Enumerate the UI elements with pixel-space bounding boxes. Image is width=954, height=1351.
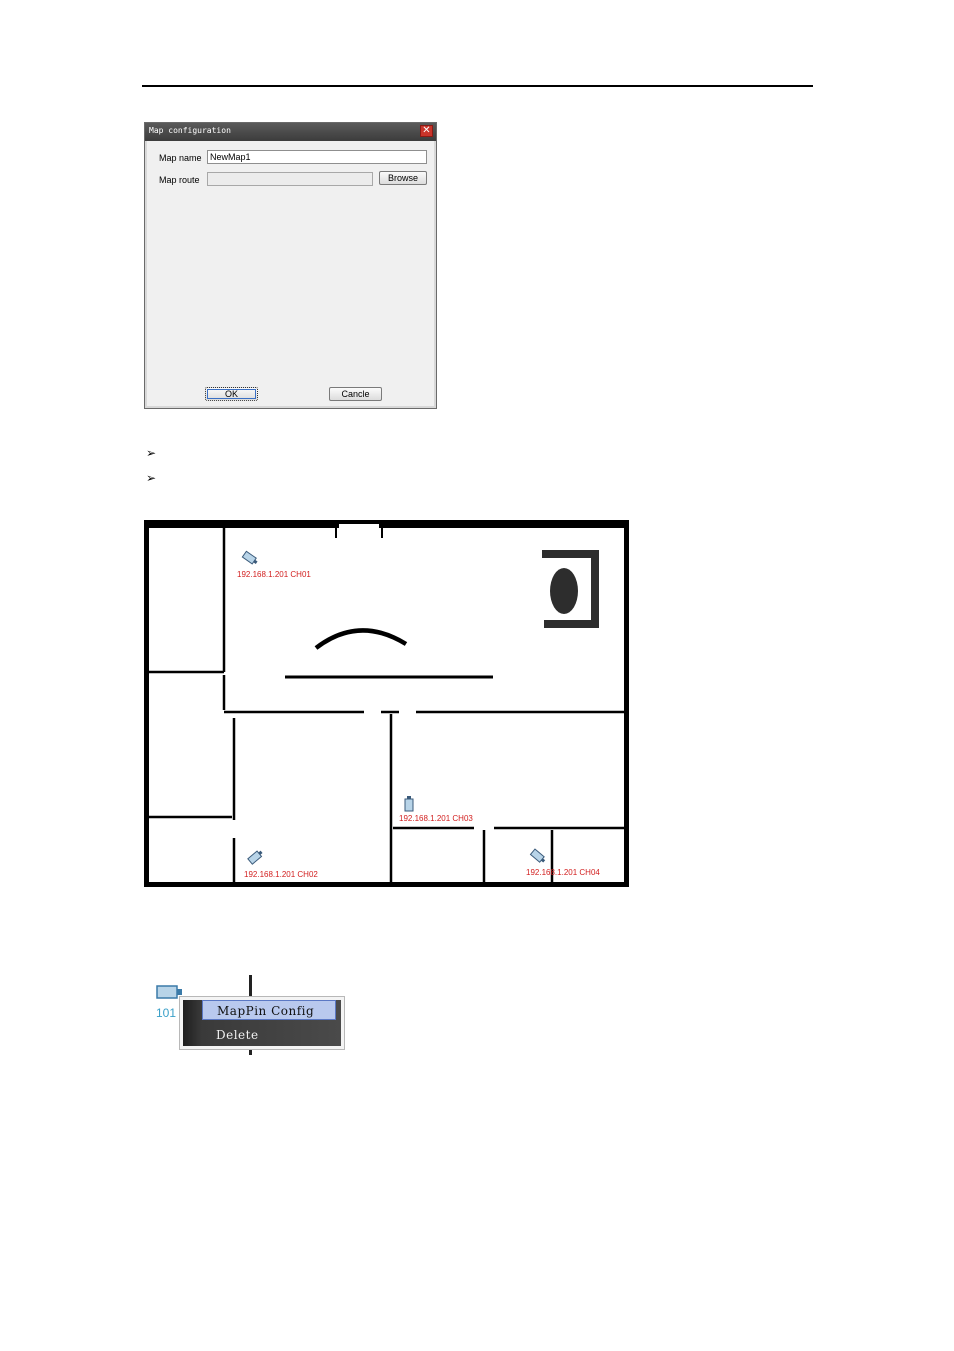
dialog-body: Map name NewMap1 Map route Browse OK Can… — [147, 141, 434, 406]
dialog-title: Map configuration — [149, 126, 231, 135]
header-rule — [142, 85, 813, 87]
map-name-label: Map name — [159, 153, 202, 163]
map-pin-label: 101 — [156, 1006, 177, 1020]
close-icon[interactable]: ✕ — [420, 125, 433, 137]
bullet-icon: ➢ — [146, 471, 157, 485]
camera-icon[interactable] — [402, 794, 416, 812]
map-route-input[interactable] — [207, 172, 373, 186]
cancel-button[interactable]: Cancle — [329, 387, 382, 401]
map-configuration-dialog: Map configuration ✕ Map name NewMap1 Map… — [144, 122, 437, 409]
bullet-icon: ➢ — [146, 446, 157, 460]
camera-icon[interactable] — [246, 850, 264, 866]
camera-label-ch02: 192.168.1.201 CH02 — [244, 870, 318, 879]
camera-label-ch03: 192.168.1.201 CH03 — [399, 814, 473, 823]
camera-icon[interactable] — [240, 550, 258, 566]
menu-item-delete[interactable]: Delete — [202, 1025, 336, 1045]
menu-item-mappin-config[interactable]: MapPin Config — [202, 1000, 336, 1020]
floor-plan-drawing — [149, 524, 624, 882]
camera-label-ch01: 192.168.1.201 CH01 — [237, 570, 311, 579]
camera-icon[interactable] — [528, 848, 546, 864]
ok-button[interactable]: OK — [205, 387, 258, 401]
map-name-input[interactable]: NewMap1 — [207, 150, 427, 164]
context-menu: MapPin Config Delete — [179, 996, 345, 1050]
map-route-label: Map route — [159, 175, 200, 185]
floor-plan-map[interactable]: 192.168.1.201 CH01 192.168.1.201 CH02 19… — [144, 520, 629, 887]
dialog-titlebar[interactable]: Map configuration ✕ — [145, 123, 436, 141]
camera-label-ch04: 192.168.1.201 CH04 — [526, 868, 600, 877]
browse-button[interactable]: Browse — [379, 171, 427, 185]
